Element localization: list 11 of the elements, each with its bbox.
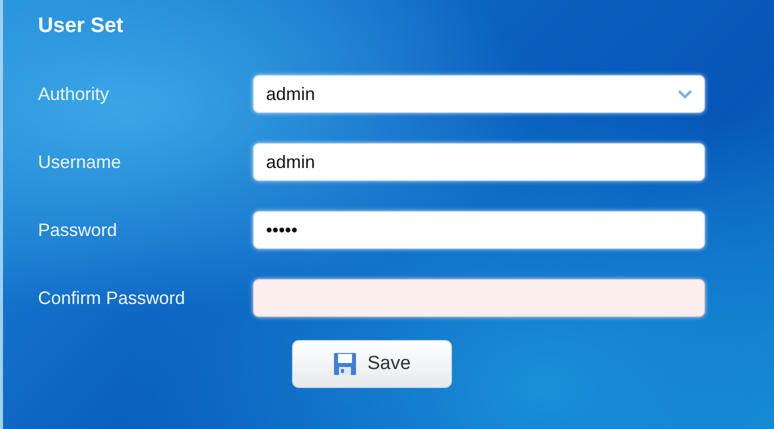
- save-button[interactable]: Save: [292, 340, 452, 388]
- password-field[interactable]: •••••: [253, 211, 705, 249]
- panel-title: User Set: [38, 14, 124, 39]
- password-field[interactable]: [253, 279, 705, 317]
- field-label: Password: [38, 220, 118, 240]
- caret-icon: [678, 89, 692, 99]
- field-label: Authority: [38, 84, 110, 104]
- field-label: Username: [38, 152, 122, 172]
- input-field[interactable]: admin: [253, 143, 705, 181]
- authority-dropdown[interactable]: admin: [253, 75, 705, 113]
- field-label: Confirm Password: [38, 288, 186, 308]
